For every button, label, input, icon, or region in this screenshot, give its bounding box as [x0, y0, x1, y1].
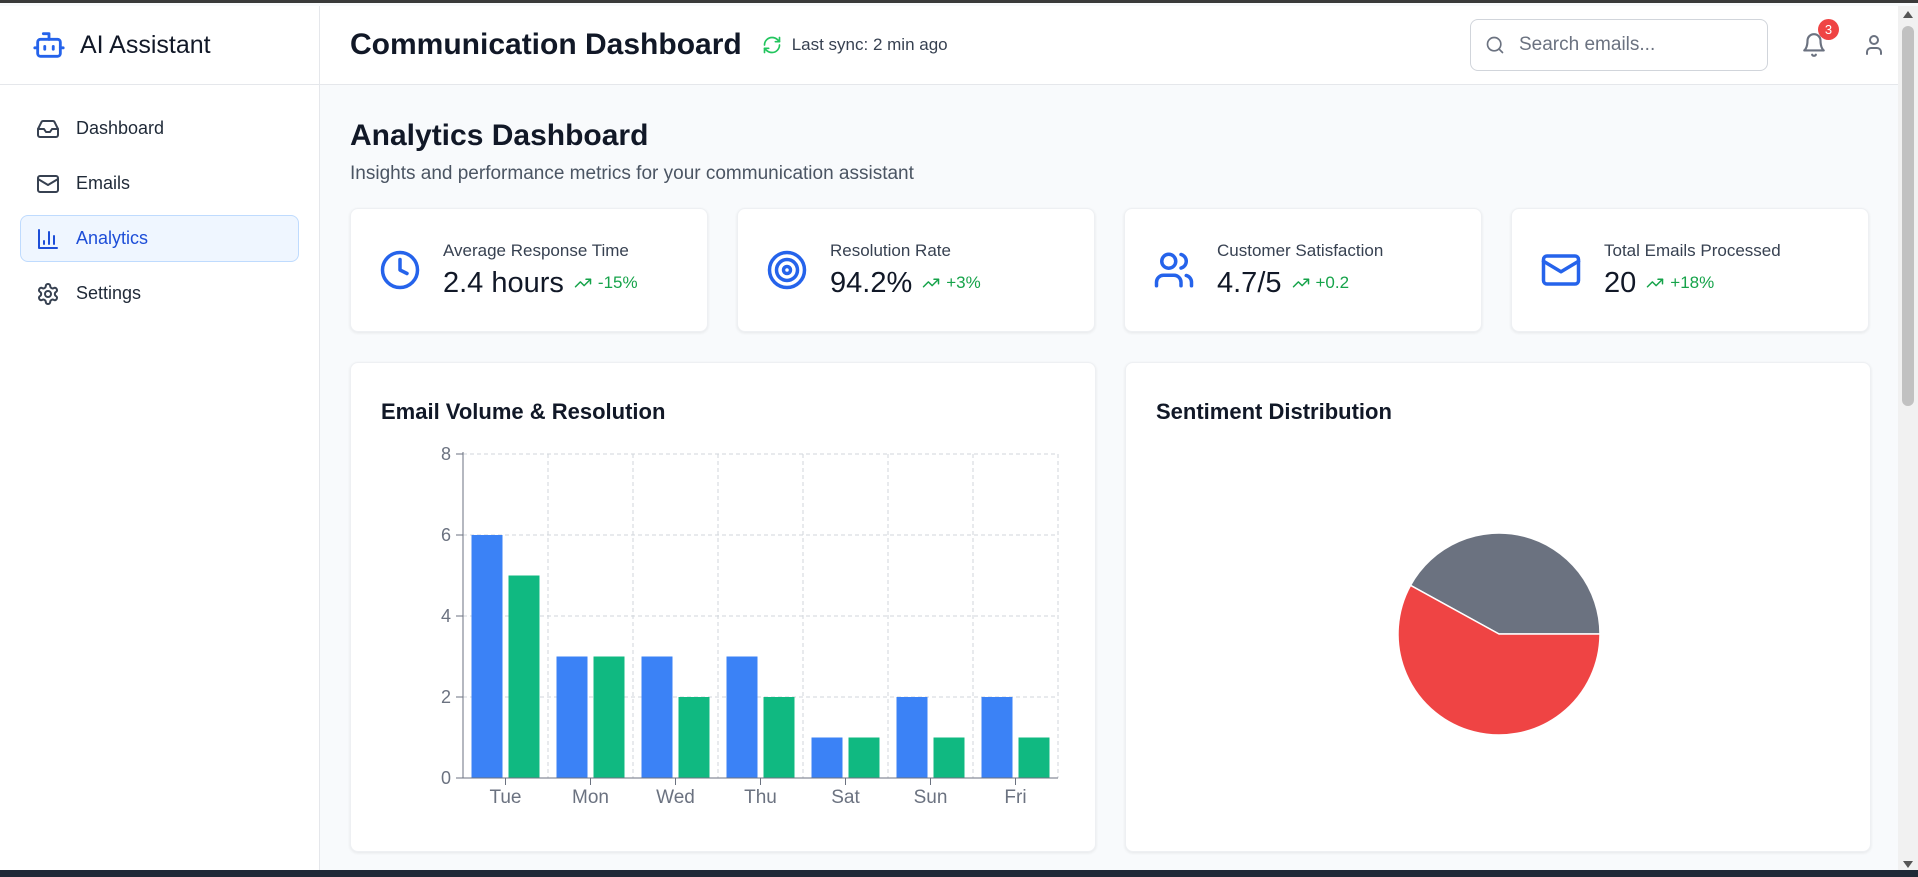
- mail-icon: [37, 174, 59, 193]
- sentiment-panel: Sentiment Distribution: [1125, 362, 1871, 852]
- page-title: Analytics Dashboard: [350, 119, 649, 152]
- metric-cards: Average Response Time 2.4 hours -15% Res…: [350, 208, 1872, 332]
- sentiment-chart: [1397, 532, 1601, 736]
- mail-icon: [1541, 254, 1581, 286]
- y-tick-label: 0: [441, 768, 451, 788]
- trending-up-icon: [922, 278, 940, 287]
- sidebar-item-emails[interactable]: Emails: [20, 160, 299, 207]
- chart-grid: [463, 453, 1059, 778]
- bar: [848, 737, 880, 778]
- app-title: AI Assistant: [80, 30, 211, 59]
- main-content: Analytics Dashboard Insights and perform…: [350, 85, 1872, 852]
- y-tick-label: 4: [441, 606, 451, 626]
- top-header: Communication Dashboard Last sync: 2 min…: [320, 6, 1898, 85]
- sidebar-item-label: Settings: [76, 283, 142, 303]
- refresh-icon[interactable]: [762, 35, 782, 55]
- x-tick-label: Wed: [656, 787, 695, 808]
- app-window: AI Assistant Dashboard Emails Analytics …: [0, 6, 1898, 873]
- bar: [641, 656, 673, 778]
- sync-status: Last sync: 2 min ago: [762, 35, 948, 55]
- notifications-button[interactable]: 3: [1801, 19, 1839, 59]
- y-tick-label: 6: [441, 525, 451, 545]
- bar: [981, 697, 1013, 778]
- bar: [556, 656, 588, 778]
- sidebar-item-settings[interactable]: Settings: [20, 270, 299, 317]
- metric-change-text: +3%: [946, 272, 981, 292]
- x-tick-label: Sat: [831, 787, 860, 808]
- clock-icon: [380, 250, 420, 290]
- search-box[interactable]: [1470, 19, 1768, 71]
- bar: [593, 656, 625, 778]
- sidebar-item-label: Dashboard: [76, 118, 165, 138]
- bar: [471, 535, 503, 778]
- scroll-up-arrow[interactable]: [1903, 11, 1913, 18]
- page-scrollbar[interactable]: [1898, 6, 1918, 873]
- metric-label: Average Response Time: [443, 240, 629, 260]
- metric-value: 4.7/5: [1217, 266, 1282, 299]
- trending-up-icon: [1647, 278, 1664, 287]
- sidebar-nav: Dashboard Emails Analytics Settings: [0, 85, 319, 337]
- bar: [678, 697, 710, 778]
- metric-change-text: -15%: [597, 272, 638, 292]
- trending-up-icon: [574, 278, 592, 287]
- bot-icon: [30, 26, 68, 64]
- brand[interactable]: AI Assistant: [0, 6, 319, 85]
- bar: [508, 575, 540, 778]
- metric-change-text: +18%: [1670, 272, 1715, 292]
- y-tick-label: 2: [441, 687, 451, 707]
- y-tick-label: 8: [441, 444, 451, 464]
- x-tick-label: Tue: [489, 787, 521, 808]
- bottom-edge: [0, 870, 1918, 877]
- notification-badge: 3: [1818, 19, 1839, 40]
- target-icon: [767, 250, 807, 290]
- metric-label: Total Emails Processed: [1604, 240, 1781, 260]
- metric-card-response-time: Average Response Time 2.4 hours -15%: [350, 208, 708, 332]
- search-icon: [1486, 36, 1504, 54]
- bar: [933, 737, 965, 778]
- sidebar: AI Assistant Dashboard Emails Analytics …: [0, 6, 320, 873]
- metric-change: +3%: [922, 273, 981, 293]
- scroll-down-arrow[interactable]: [1903, 861, 1913, 868]
- x-tick-label: Fri: [1004, 787, 1026, 808]
- header-title: Communication Dashboard: [350, 28, 742, 61]
- x-tick-label: Mon: [572, 787, 609, 808]
- search-input[interactable]: [1519, 34, 1739, 56]
- email-volume-chart: 0 2 4 6 8 Tue Mon Wed Thu Sat Sun Fri: [441, 444, 1059, 808]
- bar: [1018, 737, 1050, 778]
- metric-change: +18%: [1646, 273, 1714, 293]
- trending-up-icon: [1292, 278, 1309, 287]
- user-icon: [1866, 35, 1882, 55]
- bar: [811, 737, 843, 778]
- user-menu-button[interactable]: [1862, 33, 1886, 57]
- sidebar-item-label: Analytics: [76, 228, 149, 248]
- metric-value: 94.2%: [830, 266, 913, 299]
- metric-card-emails-processed: Total Emails Processed 20 +18%: [1511, 208, 1869, 332]
- page-subtitle: Insights and performance metrics for you…: [350, 163, 914, 184]
- metric-change: -15%: [574, 273, 638, 293]
- users-icon: [1154, 252, 1194, 288]
- metric-label: Customer Satisfaction: [1217, 240, 1384, 260]
- metric-change-text: +0.2: [1315, 272, 1350, 292]
- metric-change: +0.2: [1292, 272, 1350, 293]
- metric-value: 2.4 hours: [443, 266, 564, 299]
- metric-label: Resolution Rate: [830, 240, 951, 260]
- inbox-icon: [37, 119, 59, 138]
- bar: [726, 656, 758, 778]
- bar: [763, 697, 795, 778]
- sidebar-item-dashboard[interactable]: Dashboard: [20, 105, 299, 152]
- bar: [896, 697, 928, 778]
- x-tick-label: Thu: [744, 787, 777, 808]
- x-tick-label: Sun: [914, 787, 948, 808]
- sidebar-item-label: Emails: [76, 173, 131, 193]
- chart-panels: Email Volume & Resolution 0 2 4 6 8 Tue Mon Wed…: [350, 362, 1872, 852]
- metric-card-resolution-rate: Resolution Rate 94.2% +3%: [737, 208, 1095, 332]
- sidebar-item-analytics[interactable]: Analytics: [20, 215, 299, 262]
- metric-card-satisfaction: Customer Satisfaction 4.7/5 +0.2: [1124, 208, 1482, 332]
- sync-text: Last sync: 2 min ago: [791, 35, 948, 54]
- bar-chart-icon: [38, 228, 58, 249]
- email-volume-panel: Email Volume & Resolution 0 2 4 6 8 Tue Mon Wed…: [350, 362, 1096, 852]
- scroll-thumb[interactable]: [1902, 26, 1914, 406]
- gear-icon: [38, 282, 58, 305]
- metric-value: 20: [1604, 266, 1637, 299]
